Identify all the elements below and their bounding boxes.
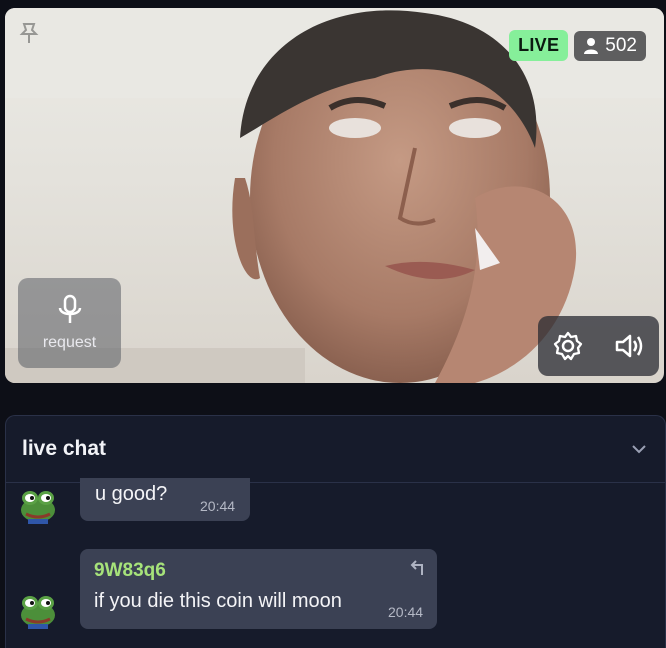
viewer-count: 502 xyxy=(605,34,637,56)
request-button[interactable]: request xyxy=(18,278,121,368)
request-label: request xyxy=(42,334,97,351)
frog-avatar-icon xyxy=(21,596,55,629)
message-time: 20:44 xyxy=(200,498,236,514)
chat-header[interactable]: live chat xyxy=(6,416,665,483)
pin-icon[interactable] xyxy=(19,22,39,44)
message-text: u good? xyxy=(95,483,168,505)
message-text: if you die this coin will moon xyxy=(94,590,342,612)
gear-icon[interactable] xyxy=(552,330,584,362)
message-username[interactable]: 9W83q6 xyxy=(94,560,166,582)
stream-status: LIVE 502 xyxy=(509,30,646,61)
chat-message: u good? 20:44 xyxy=(80,478,250,521)
live-chat-panel: live chat u good? 20:44 9W83q6 if you di… xyxy=(5,415,666,648)
video-player[interactable]: LIVE 502 request xyxy=(5,8,664,383)
viewer-count-badge: 502 xyxy=(574,30,646,61)
chat-title: live chat xyxy=(22,437,107,460)
reply-icon[interactable] xyxy=(409,559,427,577)
frog-avatar-icon xyxy=(21,491,55,524)
microphone-icon xyxy=(58,294,81,323)
player-controls xyxy=(538,316,659,376)
message-time: 20:44 xyxy=(388,604,424,620)
live-badge: LIVE xyxy=(509,30,569,61)
chat-message: 9W83q6 if you die this coin will moon 20… xyxy=(80,549,437,629)
speaker-icon[interactable] xyxy=(613,330,645,362)
chevron-down-icon[interactable] xyxy=(629,439,649,459)
user-icon xyxy=(584,37,599,54)
